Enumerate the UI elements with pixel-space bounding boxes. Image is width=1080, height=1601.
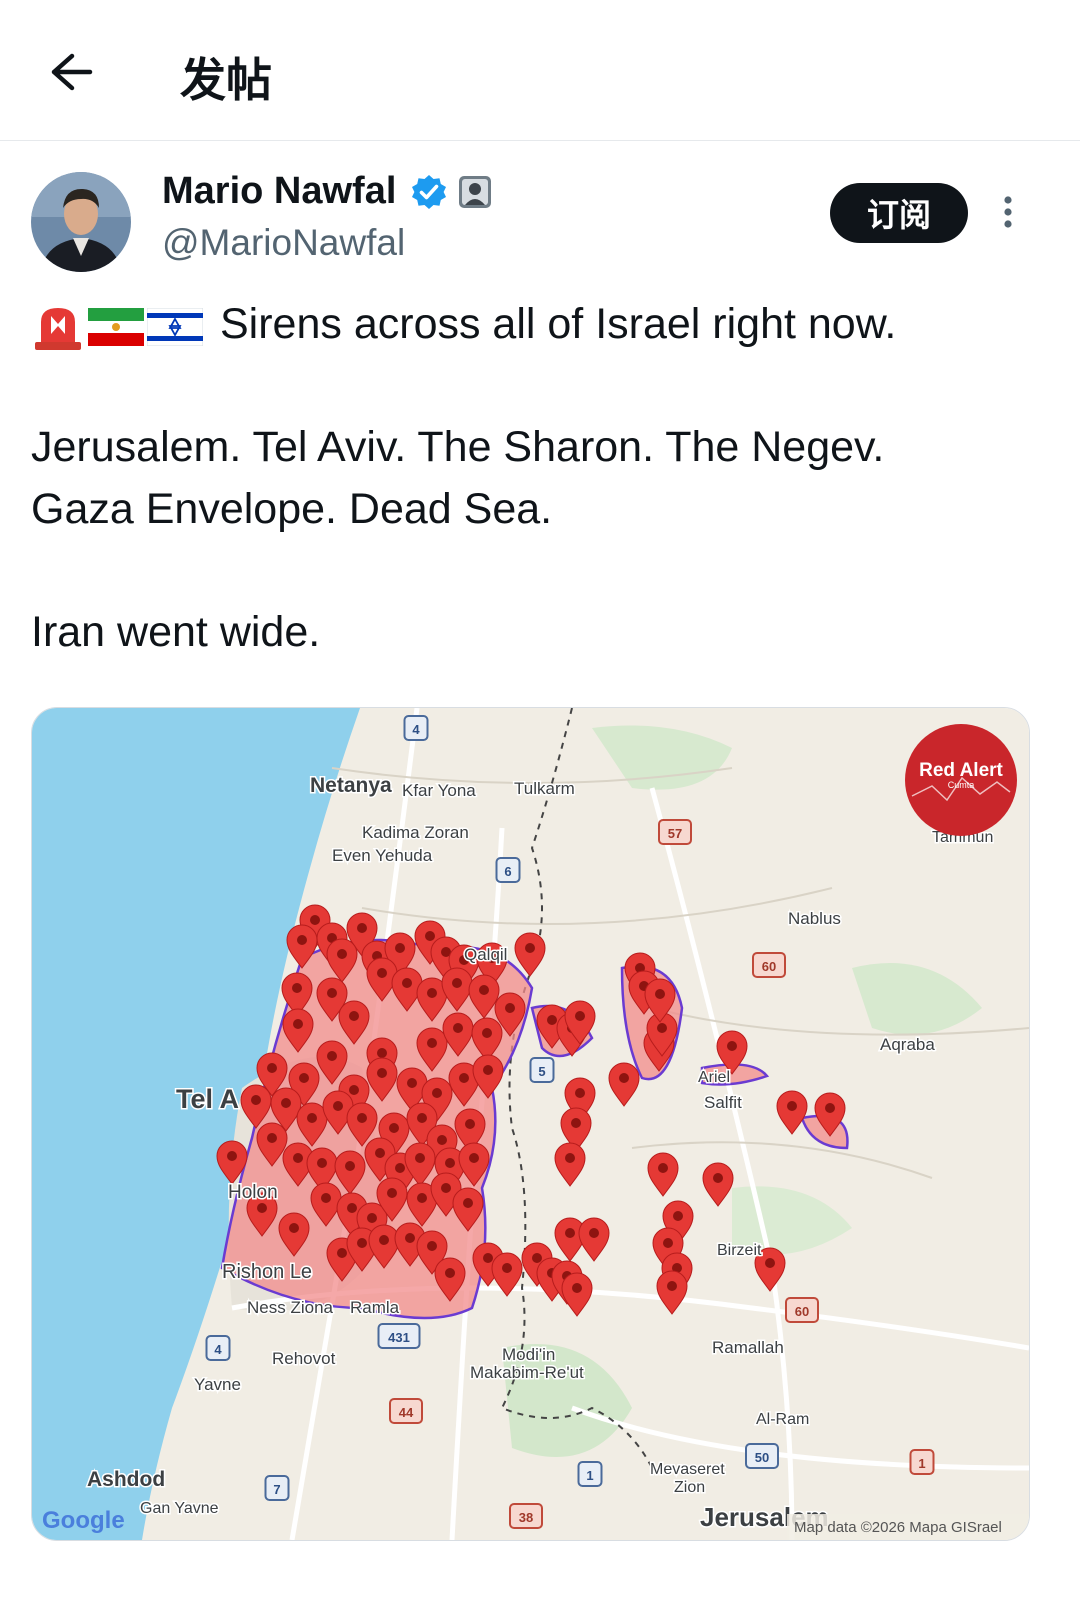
post-text-line-4: Iran went wide. [31, 608, 321, 656]
back-arrow-icon[interactable] [48, 52, 94, 92]
svg-text:57: 57 [668, 826, 682, 841]
road-shield-r38: 38 [509, 1503, 543, 1529]
svg-text:44: 44 [399, 1405, 414, 1420]
svg-text:50: 50 [755, 1450, 769, 1465]
more-options-icon[interactable] [998, 194, 1018, 234]
road-shield-r1a: 1 [577, 1461, 603, 1487]
page-title: 发帖 [180, 53, 272, 107]
map-label-tulkarm: Tulkarm [514, 779, 575, 798]
map-label-kadima: Kadima Zoran [362, 823, 469, 842]
svg-text:60: 60 [795, 1304, 809, 1319]
road-shield-r50: 50 [745, 1443, 779, 1469]
post-image-map[interactable]: Netanya Kfar Yona Tulkarm Kadima Zoran Even … [31, 707, 1030, 1541]
map-label-ariel: Ariel [698, 1069, 730, 1086]
verified-badge-icon [410, 173, 448, 211]
map-label-ness-ziona: Ness Ziona [247, 1298, 334, 1317]
post-text-line-2: Jerusalem. Tel Aviv. The Sharon. The Neg… [31, 423, 885, 471]
map-label-nablus: Nablus [788, 909, 841, 928]
map-label-birzeit: Birzeit [717, 1242, 762, 1259]
author-handle[interactable]: @MarioNawfal [162, 222, 405, 264]
road-shield-r60b: 60 [785, 1297, 819, 1323]
svg-text:4: 4 [214, 1342, 222, 1357]
map-label-modiin: Modi'in [502, 1345, 555, 1364]
map-label-gan-yavne: Gan Yavne [140, 1500, 219, 1517]
road-shield-r60a: 60 [752, 952, 786, 978]
red-alert-title: Red Alert [919, 760, 1003, 781]
israel-flag-icon [147, 307, 203, 346]
avatar[interactable] [31, 172, 131, 272]
svg-text:38: 38 [519, 1510, 533, 1525]
map-label-ashdod: Ashdod [87, 1468, 165, 1491]
map-label-even-yehuda: Even Yehuda [332, 846, 433, 865]
map-label-salfit: Salfit [704, 1093, 742, 1112]
map-label-mevaseret: Mevaseret [650, 1461, 725, 1478]
road-shield-r431: 431 [377, 1323, 421, 1349]
map-label-al-ram: Al-Ram [756, 1411, 809, 1428]
author-name[interactable]: Mario Nawfal [162, 170, 396, 213]
emoji-group [31, 304, 206, 350]
svg-text:431: 431 [388, 1330, 410, 1345]
map-label-rishon: Rishon Le [222, 1261, 312, 1283]
subscribe-button[interactable]: 订阅 [830, 183, 968, 243]
road-shield-r57: 57 [658, 819, 692, 845]
author-name-row[interactable]: Mario Nawfal [162, 170, 492, 213]
map-label-zion: Zion [674, 1479, 705, 1496]
svg-text:1: 1 [586, 1468, 593, 1483]
map-label-netanya: Netanya [310, 774, 392, 797]
road-shield-r6: 6 [495, 857, 521, 883]
svg-text:7: 7 [273, 1482, 280, 1497]
svg-text:1: 1 [918, 1456, 925, 1471]
svg-text:6: 6 [504, 864, 511, 879]
red-alert-subtitle: Cumta [948, 780, 975, 790]
iran-flag-icon [88, 307, 144, 346]
map-label-qalqilya: Qalqil [464, 945, 507, 964]
road-shield-r5: 5 [529, 1057, 555, 1083]
road-shield-r4b: 4 [205, 1335, 231, 1361]
top-bar: 发帖 [0, 0, 1080, 141]
map-label-ramallah: Ramallah [712, 1338, 784, 1357]
road-shield-r4: 4 [403, 715, 429, 741]
svg-text:4: 4 [412, 722, 420, 737]
map-label-holon: Holon [228, 1182, 278, 1203]
map-label-yavne: Yavne [194, 1375, 241, 1394]
road-shield-r7: 7 [264, 1475, 290, 1501]
siren-emoji-icon [35, 307, 81, 350]
map-label-tel-aviv: Tel A [176, 1084, 239, 1114]
post-text-sirens: Sirens across all of Israel right now. [220, 300, 897, 348]
red-alert-logo: Red Alert Cumta [905, 724, 1017, 836]
map-label-rehovot: Rehovot [272, 1349, 336, 1368]
svg-text:5: 5 [538, 1064, 545, 1079]
google-logo: Google [42, 1507, 125, 1534]
svg-text:60: 60 [762, 959, 776, 974]
map-label-ramla: Ramla [350, 1298, 400, 1317]
post-text-line-1: Sirens across all of Israel right now. [31, 293, 896, 355]
map-attribution: Map data ©2026 Mapa GISrael [794, 1519, 1002, 1536]
map-label-makabim: Makabim-Re'ut [470, 1363, 584, 1382]
map-label-aqraba: Aqraba [880, 1035, 935, 1054]
post-text-line-3: Gaza Envelope. Dead Sea. [31, 485, 553, 533]
road-shield-r44: 44 [389, 1398, 423, 1424]
affiliation-badge-icon [458, 175, 492, 209]
map-label-kfar-yona: Kfar Yona [402, 781, 476, 800]
road-shield-r1b: 1 [909, 1449, 935, 1475]
